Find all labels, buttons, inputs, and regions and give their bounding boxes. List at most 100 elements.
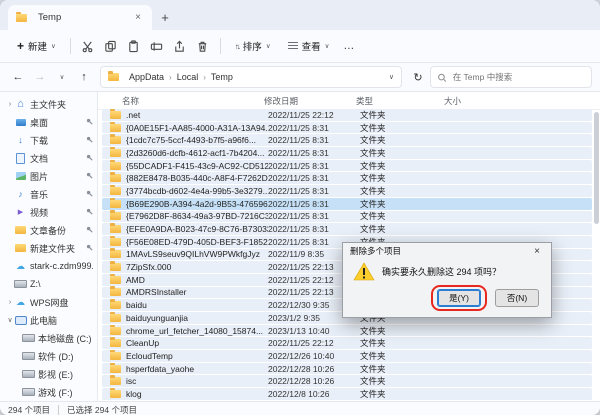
tab-close-icon[interactable]: ×: [132, 12, 144, 24]
column-header-name[interactable]: 名称: [106, 95, 264, 107]
recent-locations-button[interactable]: ∨: [52, 67, 72, 87]
file-row[interactable]: .net2022/11/25 22:12文件夹: [102, 109, 592, 122]
column-header-date[interactable]: 修改日期: [264, 95, 356, 107]
forward-button[interactable]: →: [30, 67, 50, 87]
sidebar-item-label: 游戏 (F:): [38, 386, 93, 399]
file-row[interactable]: chrome_url_fetcher_14080_15874...2023/1/…: [102, 325, 592, 338]
folder-icon: [110, 162, 121, 170]
refresh-button[interactable]: ↻: [408, 67, 428, 87]
warning-icon: [353, 262, 375, 281]
file-type: 文件夹: [360, 198, 448, 210]
file-name: 1MAvLS9seuv9QILhVW9PWkfgJyz: [126, 249, 268, 259]
chevron-down-icon[interactable]: ∨: [6, 316, 14, 324]
folder-icon: [110, 174, 121, 182]
sidebar-item-wps-cloud[interactable]: ›☁WPS网盘: [2, 293, 95, 311]
chevron-down-icon[interactable]: ∨: [389, 73, 394, 81]
copy-button[interactable]: [101, 36, 121, 56]
no-button[interactable]: 否(N): [495, 289, 539, 307]
search-box[interactable]: [430, 66, 592, 88]
file-type: 文件夹: [360, 109, 448, 121]
breadcrumb-segment[interactable]: Temp: [211, 72, 233, 82]
new-button[interactable]: + 新建 ∨: [10, 36, 63, 56]
scrollbar[interactable]: [594, 112, 599, 397]
file-row[interactable]: {882E8478-B035-440c-A8F4-F7262D...2022/1…: [102, 172, 592, 185]
file-row[interactable]: {B69E290B-A394-4a2d-9B53-476596...2022/1…: [102, 198, 592, 211]
paste-button[interactable]: [124, 36, 144, 56]
file-row[interactable]: isc2022/12/28 10:26文件夹: [102, 375, 592, 388]
sidebar-item-documents[interactable]: 文档: [2, 149, 95, 167]
share-button[interactable]: [170, 36, 190, 56]
scrollbar-thumb[interactable]: [594, 112, 599, 224]
file-date: 2022/11/25 22:12: [268, 110, 360, 120]
search-input[interactable]: [451, 71, 585, 83]
delete-icon: [196, 40, 209, 53]
tab-temp[interactable]: Temp ×: [8, 5, 152, 30]
sidebar-item-label: 图片: [30, 170, 84, 183]
dialog-close-icon[interactable]: ×: [530, 246, 544, 257]
yes-button[interactable]: 是(Y): [437, 289, 481, 307]
file-row[interactable]: {55DCADF1-F415-43c9-AC92-CD512...2022/11…: [102, 160, 592, 173]
sidebar-item-downloads[interactable]: ↓下载: [2, 131, 95, 149]
toolbar-separator: [70, 38, 71, 54]
desktop-icon: [14, 116, 27, 128]
folder-icon: [110, 276, 121, 284]
status-separator: [58, 405, 59, 415]
sidebar-item-label: 软件 (D:): [38, 350, 93, 363]
file-row[interactable]: CleanUp2022/11/25 22:12文件夹: [102, 337, 592, 350]
file-row[interactable]: {1cdc7c75-5ccf-4493-b7f5-a96f6...2022/11…: [102, 134, 592, 147]
delete-button[interactable]: [193, 36, 213, 56]
file-row[interactable]: EcloudTemp2022/12/26 10:40文件夹: [102, 350, 592, 363]
cut-button[interactable]: [78, 36, 98, 56]
sidebar-item-pictures[interactable]: 图片: [2, 167, 95, 185]
file-date: 2022/11/25 8:31: [268, 148, 360, 158]
sidebar-item-videos[interactable]: ▶视频: [2, 203, 95, 221]
sidebar-item-z-drive[interactable]: Z:\: [2, 275, 95, 293]
file-name: {882E8478-B035-440c-A8F4-F7262D...: [126, 173, 268, 183]
file-row[interactable]: {E7962D8F-8634-49a3-97BD-7216C3...2022/1…: [102, 211, 592, 224]
sidebar-item-label: 文档: [30, 152, 84, 165]
folder-icon: [110, 301, 121, 309]
sidebar-item-stark[interactable]: ☁stark-c.zdm999.e: [2, 257, 95, 275]
back-button[interactable]: ←: [8, 67, 28, 87]
sidebar-item-this-pc[interactable]: ∨此电脑: [2, 311, 95, 329]
breadcrumb[interactable]: AppData›Local›Temp ∨: [100, 66, 402, 88]
sidebar-item-home[interactable]: ›⌂主文件夹: [2, 95, 95, 113]
breadcrumb-segment[interactable]: AppData: [129, 72, 164, 82]
up-button[interactable]: ↑: [74, 67, 94, 87]
file-name: {3774bcdb-d602-4e4a-99b5-3e3279...: [126, 186, 268, 196]
sidebar-item-article-backup[interactable]: 文章备份: [2, 221, 95, 239]
chevron-right-icon[interactable]: ›: [6, 101, 14, 108]
file-row[interactable]: {EFE0A9DA-B023-47c9-8C76-B73033...2022/1…: [102, 223, 592, 236]
file-row[interactable]: hsperfdata_yaohe2022/12/28 10:26文件夹: [102, 363, 592, 376]
column-header-size[interactable]: 大小: [444, 95, 494, 107]
more-button[interactable]: …: [339, 36, 359, 56]
address-bar: ← → ∨ ↑ AppData›Local›Temp ∨ ↻: [0, 63, 600, 92]
breadcrumb-segment[interactable]: Local: [177, 72, 199, 82]
breadcrumb-path: AppData›Local›Temp: [129, 72, 233, 82]
sidebar-item-d-drive[interactable]: 软件 (D:): [2, 347, 95, 365]
download-icon: ↓: [14, 134, 27, 146]
file-date: 2022/12/26 10:40: [268, 351, 360, 361]
sort-button[interactable]: ↑↓ 排序 ∨: [228, 36, 278, 56]
folder-icon: [110, 238, 121, 246]
folder-icon: [14, 242, 27, 254]
rename-button[interactable]: [147, 36, 167, 56]
sidebar-item-desktop[interactable]: 桌面: [2, 113, 95, 131]
sidebar-item-label: 下载: [30, 134, 84, 147]
sidebar-item-f-drive[interactable]: 游戏 (F:): [2, 383, 95, 401]
view-button[interactable]: 查看 ∨: [281, 36, 337, 56]
file-name: isc: [126, 376, 268, 386]
new-tab-button[interactable]: +: [152, 5, 178, 30]
sidebar-item-e-drive[interactable]: 影视 (E:): [2, 365, 95, 383]
file-row[interactable]: {3774bcdb-d602-4e4a-99b5-3e3279...2022/1…: [102, 185, 592, 198]
file-row[interactable]: {0A0E15F1-AA85-4000-A31A-13A94...2022/11…: [102, 122, 592, 135]
sidebar-item-c-drive[interactable]: 本地磁盘 (C:): [2, 329, 95, 347]
file-name: CleanUp: [126, 338, 268, 348]
column-header-type[interactable]: 类型: [356, 95, 444, 107]
sidebar-item-new-folder[interactable]: 新建文件夹: [2, 239, 95, 257]
sidebar-item-music[interactable]: ♪音乐: [2, 185, 95, 203]
file-row[interactable]: klog2022/12/8 10:26文件夹: [102, 388, 592, 401]
file-type: 文件夹: [360, 363, 448, 375]
file-row[interactable]: {2d3260d6-dcfb-4612-acf1-7b4204...2022/1…: [102, 147, 592, 160]
chevron-right-icon[interactable]: ›: [6, 299, 14, 306]
